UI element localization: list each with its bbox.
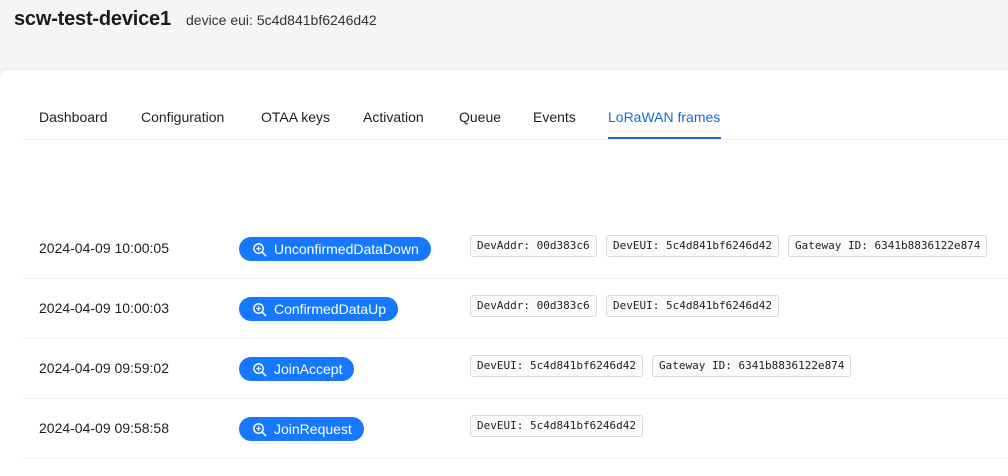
frame-row: 2024-04-09 09:58:58 JoinRequest DevEUI: … (23, 399, 1008, 459)
device-name-title: scw-test-device1 (14, 8, 171, 30)
frame-type-button[interactable]: ConfirmedDataUp (239, 297, 399, 321)
gateway-id-tag: Gateway ID: 6341b8836122e874 (652, 355, 852, 377)
gateway-id-tag: Gateway ID: 6341b8836122e874 (788, 235, 988, 257)
zoom-in-icon (253, 302, 267, 316)
frame-type-button[interactable]: JoinAccept (239, 357, 355, 381)
frame-row: 2024-04-09 09:59:02 JoinAccept DevEUI: 5… (23, 339, 1008, 399)
frame-timestamp: 2024-04-09 09:58:58 (39, 420, 169, 436)
frame-timestamp: 2024-04-09 10:00:05 (39, 240, 169, 256)
zoom-in-icon (253, 362, 267, 376)
frame-row: 2024-04-09 10:00:05 UnconfirmedDataDown … (23, 219, 1008, 279)
deveui-tag: DevEUI: 5c4d841bf6246d42 (606, 235, 779, 257)
tab-configuration[interactable]: Configuration (141, 109, 224, 125)
tab-otaa-keys[interactable]: OTAA keys (261, 109, 330, 125)
frame-type-label: JoinAccept (274, 361, 343, 377)
tab-bar: Dashboard Configuration OTAA keys Activa… (23, 97, 1008, 140)
frame-timestamp: 2024-04-09 10:00:03 (39, 300, 169, 316)
deveui-tag: DevEUI: 5c4d841bf6246d42 (470, 355, 643, 377)
frame-type-button[interactable]: UnconfirmedDataDown (239, 237, 431, 261)
frame-type-button[interactable]: JoinRequest (239, 417, 364, 441)
frame-type-label: JoinRequest (274, 421, 352, 437)
frame-row: 2024-04-09 10:00:03 ConfirmedDataUp DevA… (23, 279, 1008, 339)
frame-type-label: ConfirmedDataUp (274, 301, 387, 317)
page-header: scw-test-device1 device eui: 5c4d841bf62… (0, 0, 1008, 70)
deveui-tag: DevEUI: 5c4d841bf6246d42 (606, 295, 779, 317)
tab-queue[interactable]: Queue (459, 109, 501, 125)
tab-lorawan-frames[interactable]: LoRaWAN frames (608, 109, 720, 125)
device-eui-label: device eui: 5c4d841bf6246d42 (186, 12, 377, 28)
active-tab-indicator (608, 137, 721, 139)
tab-activation[interactable]: Activation (363, 109, 424, 125)
frame-type-label: UnconfirmedDataDown (274, 241, 419, 257)
devaddr-tag: DevAddr: 00d383c6 (470, 295, 597, 317)
devaddr-tag: DevAddr: 00d383c6 (470, 235, 597, 257)
tab-dashboard[interactable]: Dashboard (39, 109, 108, 125)
frame-timestamp: 2024-04-09 09:59:02 (39, 360, 169, 376)
zoom-in-icon (253, 242, 267, 256)
zoom-in-icon (253, 422, 267, 436)
tab-events[interactable]: Events (533, 109, 576, 125)
deveui-tag: DevEUI: 5c4d841bf6246d42 (470, 415, 643, 437)
